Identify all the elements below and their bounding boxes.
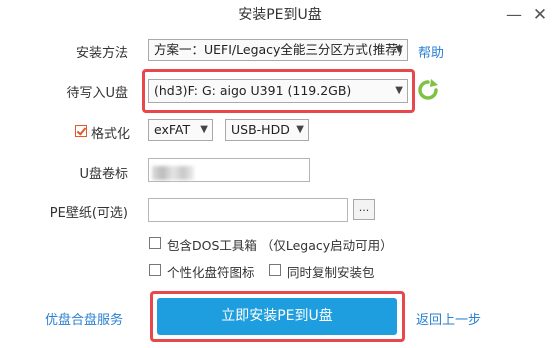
scheme-select-value: 方案一：UEFI/Legacy全能三分区方式(推荐) [154, 42, 403, 57]
volume-label: U盘卷标 [79, 167, 128, 182]
close-button[interactable]: ✕ [529, 4, 551, 26]
wallpaper-label: PE壁纸(可选) [49, 206, 128, 221]
usb-service-link[interactable]: 优盘合盘服务 [45, 309, 123, 328]
browse-button[interactable]: ... [353, 199, 375, 220]
help-link[interactable]: 帮助 [418, 42, 444, 61]
minimize-button[interactable]: — [503, 4, 525, 26]
copy-installer-checkbox[interactable] [269, 264, 281, 276]
scheme-label: 安装方法 [75, 46, 128, 61]
custom-icon-checkbox[interactable] [149, 264, 161, 276]
boot-mode-select[interactable]: USB-HDD ▼ [225, 119, 309, 141]
filesystem-select-value: exFAT [154, 122, 191, 137]
format-checkbox[interactable] [75, 125, 87, 137]
chevron-down-icon: ▼ [200, 124, 208, 135]
scheme-select[interactable]: 方案一：UEFI/Legacy全能三分区方式(推荐) ▼ [148, 39, 408, 61]
volume-value-redacted [152, 166, 194, 180]
back-link[interactable]: 返回上一步 [416, 309, 481, 328]
target-select-value: (hd3)F: G: aigo U391 (119.2GB) [154, 83, 352, 98]
chevron-down-icon: ▼ [296, 124, 304, 135]
wallpaper-input[interactable] [148, 198, 348, 222]
copy-installer-label: 同时复制安装包 [287, 265, 375, 280]
include-dos-label: 包含DOS工具箱 （仅Legacy启动可用） [167, 238, 393, 253]
chevron-down-icon: ▼ [395, 44, 403, 55]
target-label: 待写入U盘 [66, 86, 128, 101]
filesystem-select[interactable]: exFAT ▼ [148, 119, 213, 141]
custom-icon-label: 个性化盘符图标 [167, 265, 255, 280]
install-button[interactable]: 立即安装PE到U盘 [157, 298, 397, 335]
format-label: 格式化 [91, 127, 131, 142]
boot-mode-select-value: USB-HDD [231, 122, 290, 137]
window-title: 安装PE到U盘 [238, 7, 322, 23]
target-select[interactable]: (hd3)F: G: aigo U391 (119.2GB) ▼ [148, 79, 408, 103]
include-dos-checkbox[interactable] [149, 237, 161, 249]
chevron-down-icon: ▼ [395, 85, 403, 96]
refresh-icon[interactable] [417, 79, 439, 101]
